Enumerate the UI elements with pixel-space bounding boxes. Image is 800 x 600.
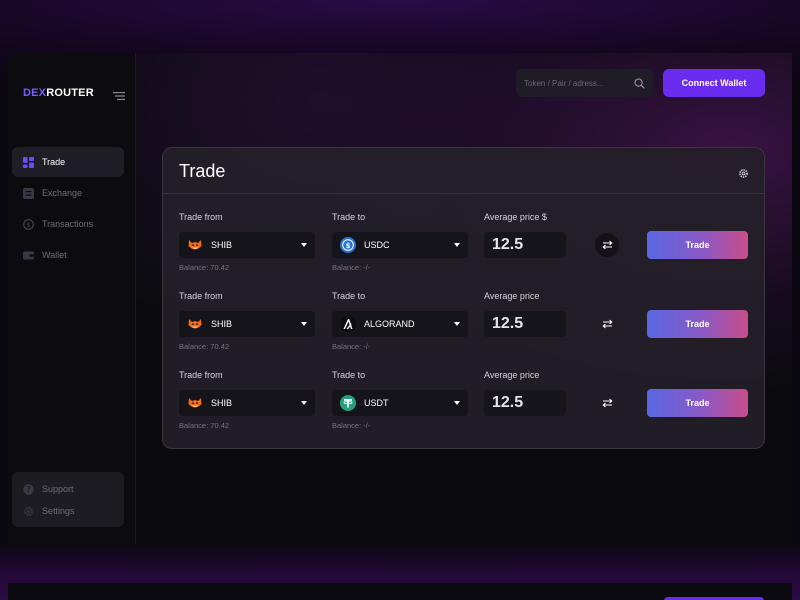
- connect-wallet-button[interactable]: Connect Wallet: [663, 69, 765, 97]
- chevron-down-icon: [454, 401, 460, 405]
- settings-gear-icon[interactable]: [738, 166, 749, 178]
- sidebar-item-label: Exchange: [42, 188, 83, 198]
- dollar-circle-icon: $: [23, 218, 34, 230]
- trade-to-select[interactable]: ALGORAND: [332, 311, 468, 337]
- sidebar-item-label: Trade: [42, 157, 66, 167]
- price-label: Average price $: [484, 212, 547, 222]
- algorand-icon: [340, 316, 356, 332]
- price-label: Average price: [484, 370, 540, 380]
- menu-toggle-icon[interactable]: [113, 88, 125, 100]
- search-input[interactable]: [524, 78, 624, 88]
- sidebar-item-label: Wallet: [42, 250, 67, 260]
- svg-text:$: $: [26, 221, 30, 229]
- search-icon[interactable]: [634, 77, 645, 89]
- sidebar-item-exchange[interactable]: Exchange: [12, 178, 124, 208]
- trade-from-select[interactable]: SHIB: [179, 232, 315, 258]
- from-token-name: SHIB: [211, 398, 233, 408]
- to-token-name: USDT: [364, 398, 389, 408]
- trade-to-label: Trade to: [332, 212, 366, 222]
- app-window: DEXROUTER Trade Exchange $ Transactions …: [8, 53, 792, 544]
- wallet-icon: [23, 250, 34, 261]
- exchange-icon: [23, 187, 34, 199]
- shib-icon: [187, 395, 203, 411]
- trade-button[interactable]: Trade: [647, 310, 748, 338]
- card-title: Trade: [179, 161, 226, 181]
- trade-card: Trade Trade from SHIB Balance: 70.42 Tra…: [162, 147, 765, 449]
- swap-icon[interactable]: [595, 233, 619, 257]
- sidebar-item-transactions[interactable]: $ Transactions: [12, 209, 124, 239]
- from-token-name: SHIB: [211, 319, 233, 329]
- logo-dex: DEX: [23, 87, 47, 99]
- sidebar-item-settings[interactable]: Settings: [12, 500, 124, 522]
- from-balance: Balance: 70.42: [179, 421, 230, 430]
- to-balance: Balance: -/-: [332, 342, 371, 351]
- trade-to-select[interactable]: $ USDC: [332, 232, 468, 258]
- logo-router: ROUTER: [46, 87, 94, 99]
- sidebar-bottom-menu: ? Support Settings: [12, 472, 124, 527]
- support-label: Support: [42, 484, 74, 494]
- trade-to-label: Trade to: [332, 370, 366, 380]
- usdc-icon: $: [340, 237, 356, 253]
- average-price-value: 12.5: [484, 311, 566, 337]
- chevron-down-icon: [301, 243, 307, 247]
- help-icon: ?: [23, 483, 34, 495]
- trade-from-label: Trade from: [179, 291, 223, 301]
- from-balance: Balance: 70.42: [179, 263, 230, 272]
- trade-button[interactable]: Trade: [647, 231, 748, 259]
- sidebar-item-label: Transactions: [42, 219, 94, 229]
- sidebar-item-trade[interactable]: Trade: [12, 147, 124, 177]
- usdt-icon: [340, 395, 356, 411]
- chevron-down-icon: [454, 322, 460, 326]
- shib-icon: [187, 237, 203, 253]
- sidebar-item-support[interactable]: ? Support: [12, 478, 124, 500]
- average-price-value: 12.5: [484, 390, 566, 416]
- trade-from-select[interactable]: SHIB: [179, 390, 315, 416]
- swap-icon[interactable]: [595, 391, 619, 415]
- trade-button[interactable]: Trade: [647, 389, 748, 417]
- chevron-down-icon: [454, 243, 460, 247]
- sidebar-item-wallet[interactable]: Wallet: [12, 240, 124, 270]
- trade-from-select[interactable]: SHIB: [179, 311, 315, 337]
- trade-row: Trade from SHIB Balance: 70.42 Trade to: [179, 291, 750, 355]
- chevron-down-icon: [301, 401, 307, 405]
- card-header: Trade: [163, 148, 764, 194]
- price-label: Average price: [484, 291, 540, 301]
- to-token-name: ALGORAND: [364, 319, 415, 329]
- trade-from-label: Trade from: [179, 370, 223, 380]
- settings-label: Settings: [42, 506, 75, 516]
- svg-text:$: $: [346, 242, 351, 250]
- trade-to-label: Trade to: [332, 291, 366, 301]
- search-bar[interactable]: [516, 69, 653, 97]
- gear-icon: [23, 506, 34, 517]
- svg-text:?: ?: [26, 485, 30, 494]
- trade-to-select[interactable]: USDT: [332, 390, 468, 416]
- logo[interactable]: DEXROUTER: [23, 87, 94, 99]
- to-balance: Balance: -/-: [332, 263, 371, 272]
- shib-icon: [187, 316, 203, 332]
- from-balance: Balance: 70.42: [179, 342, 230, 351]
- sidebar: DEXROUTER Trade Exchange $ Transactions …: [8, 53, 136, 544]
- trade-row: Trade from SHIB Balance: 70.42 Trade to: [179, 212, 750, 276]
- to-token-name: USDC: [364, 240, 390, 250]
- trade-row: Trade from SHIB Balance: 70.42 Trade to: [179, 370, 750, 434]
- average-price-value: 12.5: [484, 232, 566, 258]
- trade-from-label: Trade from: [179, 212, 223, 222]
- sidebar-nav: Trade Exchange $ Transactions Wallet: [12, 147, 124, 271]
- to-balance: Balance: -/-: [332, 421, 371, 430]
- grid-icon: [23, 156, 34, 168]
- swap-icon[interactable]: [595, 312, 619, 336]
- chevron-down-icon: [301, 322, 307, 326]
- from-token-name: SHIB: [211, 240, 233, 250]
